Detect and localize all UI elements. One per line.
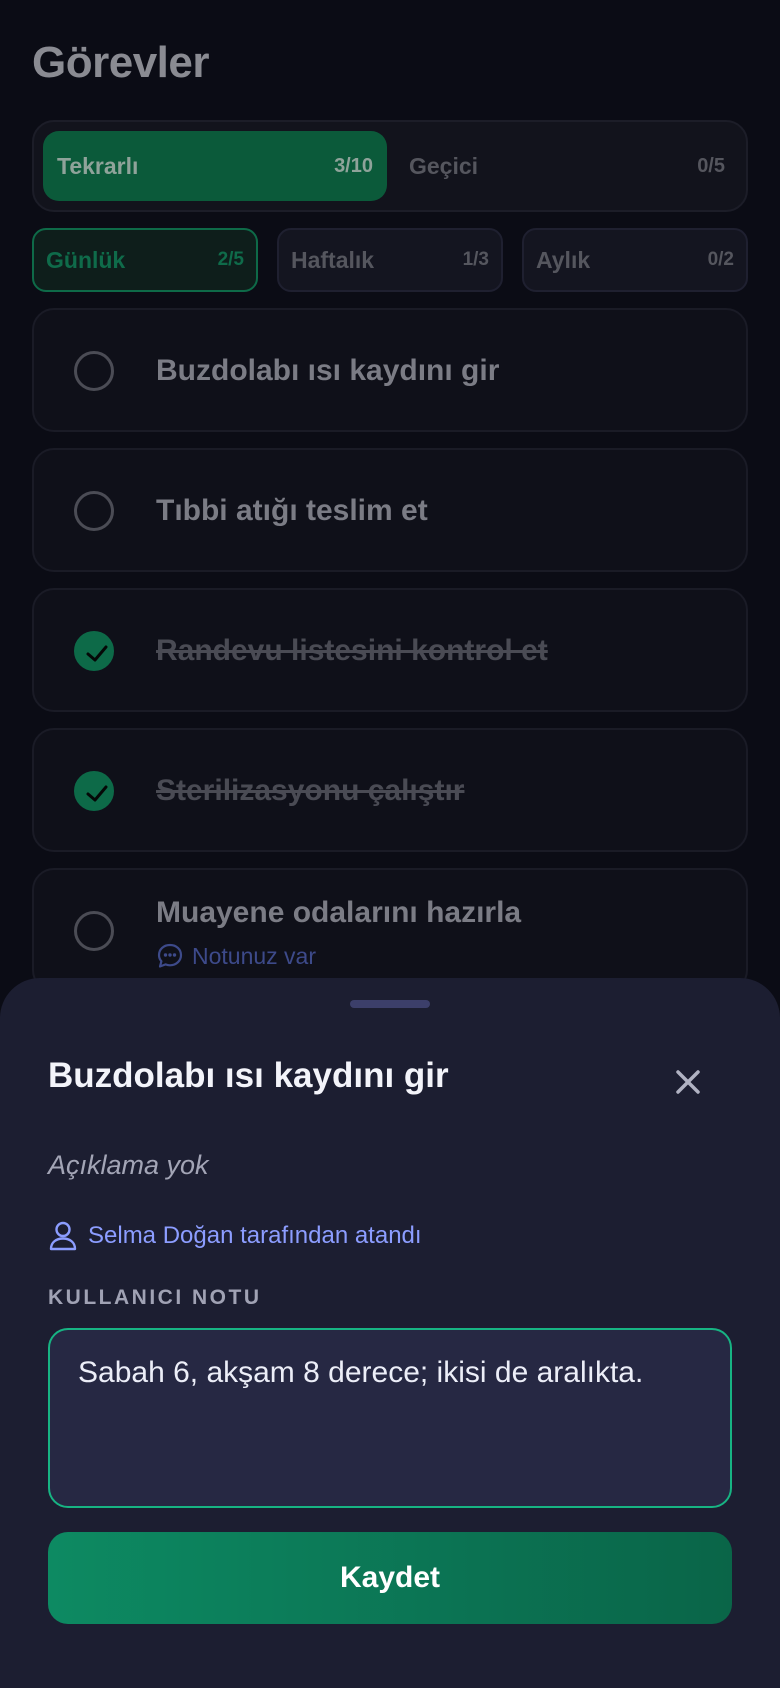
checkbox-unchecked[interactable] [74, 491, 114, 531]
task-title: Buzdolabı ısı kaydını gir [156, 354, 500, 387]
task-note-indicator: Notunuz var [156, 942, 316, 970]
segment-label: Geçici [409, 152, 479, 179]
user-icon [49, 1221, 77, 1251]
task-description: Açıklama yok [48, 1150, 209, 1180]
task-type-segmented-control: Tekrarlı 3/10 Geçici 0/5 [32, 120, 748, 212]
user-note-field[interactable]: Sabah 6, akşam 8 derece; ikisi de aralık… [48, 1328, 732, 1508]
checkbox-checked[interactable] [74, 771, 114, 811]
segment-label: Tekrarlı [57, 152, 139, 179]
chat-bubble-icon [157, 943, 183, 968]
task-card[interactable]: Sterilizasyonu çalıştır [32, 728, 748, 852]
task-title: Randevu listesini kontrol et [156, 634, 548, 667]
filter-weekly[interactable]: Haftalık 1/3 [277, 228, 503, 292]
filter-label: Haftalık [291, 246, 375, 273]
close-icon [676, 1070, 700, 1094]
task-card[interactable]: Buzdolabı ısı kaydını gir [32, 308, 748, 432]
filter-count: 1/3 [462, 249, 489, 270]
task-title: Tıbbi atığı teslim et [156, 494, 428, 527]
task-title: Muayene odalarını hazırla [156, 896, 522, 929]
segment-count: 0/5 [697, 154, 725, 177]
checkbox-checked[interactable] [74, 631, 114, 671]
task-note-label: Notunuz var [192, 942, 317, 969]
filter-label: Aylık [536, 246, 591, 273]
filter-label: Günlük [46, 246, 126, 273]
close-button[interactable] [668, 1062, 708, 1102]
segment-temporary[interactable]: Geçici 0/5 [395, 131, 739, 201]
segment-count: 3/10 [334, 154, 373, 177]
task-card[interactable]: Muayene odalarını hazırla Notunuz var [32, 868, 748, 992]
filter-count: 0/2 [707, 249, 734, 270]
segment-recurring[interactable]: Tekrarlı 3/10 [43, 131, 387, 201]
checkbox-unchecked[interactable] [74, 911, 114, 951]
checkbox-unchecked[interactable] [74, 351, 114, 391]
page-title: Görevler [32, 38, 209, 87]
task-card[interactable]: Randevu listesini kontrol et [32, 588, 748, 712]
checkmark-icon [86, 645, 108, 662]
checkmark-icon [86, 785, 108, 802]
filter-daily[interactable]: Günlük 2/5 [32, 228, 258, 292]
assigned-by: Selma Doğan tarafından atandı [48, 1220, 422, 1252]
sheet-drag-handle[interactable] [350, 1000, 430, 1008]
task-detail-sheet: Buzdolabı ısı kaydını gir Açıklama yok S… [0, 978, 780, 1688]
user-note-label: KULLANICI NOTU [48, 1286, 262, 1309]
save-button[interactable]: Kaydet [48, 1532, 732, 1624]
task-title: Sterilizasyonu çalıştır [156, 774, 465, 807]
task-card[interactable]: Tıbbi atığı teslim et [32, 448, 748, 572]
filter-monthly[interactable]: Aylık 0/2 [522, 228, 748, 292]
filter-count: 2/5 [217, 249, 244, 270]
sheet-title: Buzdolabı ısı kaydını gir [48, 1056, 449, 1095]
assigned-by-label: Selma Doğan tarafından atandı [88, 1222, 422, 1249]
